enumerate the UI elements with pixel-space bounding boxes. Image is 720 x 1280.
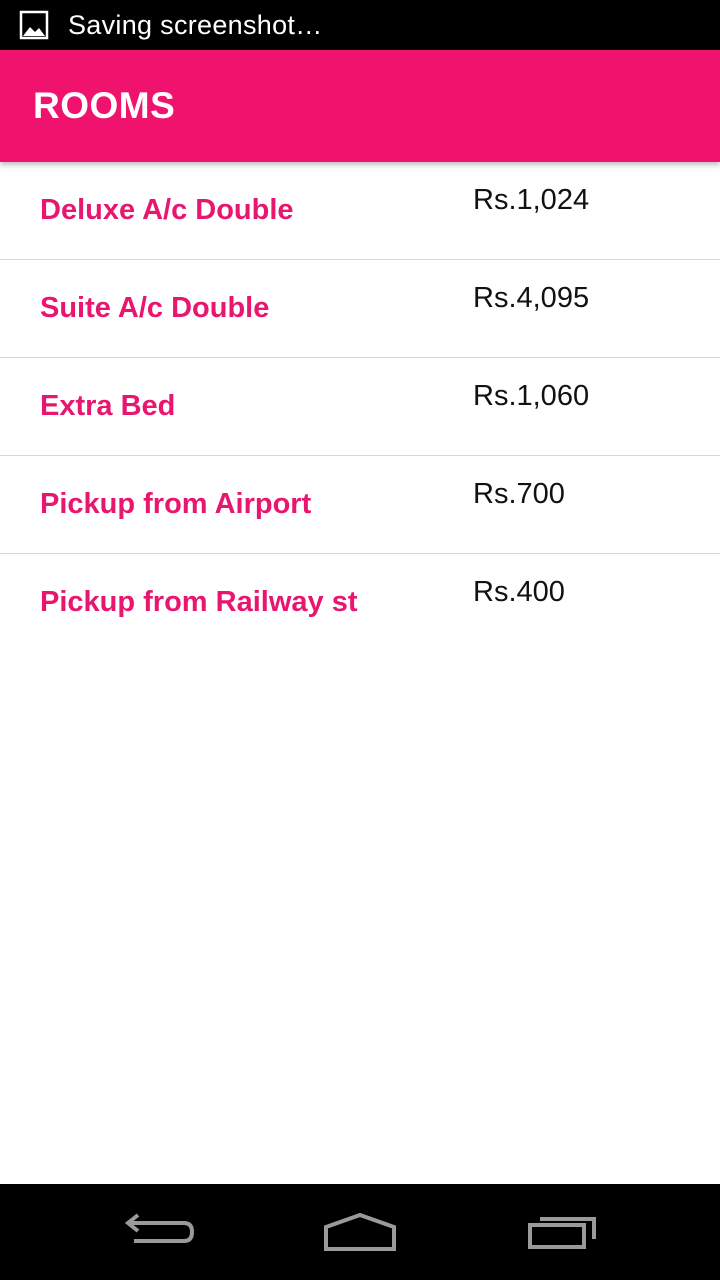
navigation-bar (0, 1184, 720, 1280)
list-item[interactable]: Suite A/c Double Rs.4,095 (0, 260, 720, 358)
image-icon (18, 9, 50, 41)
room-price: Rs.400 (473, 576, 565, 608)
status-notification-text: Saving screenshot… (68, 9, 323, 40)
list-item[interactable]: Extra Bed Rs.1,060 (0, 358, 720, 456)
room-name: Pickup from Railway st (40, 586, 358, 618)
list-item[interactable]: Pickup from Railway st Rs.400 (0, 554, 720, 651)
room-name: Deluxe A/c Double (40, 194, 294, 226)
rooms-list: Deluxe A/c Double Rs.1,024 Suite A/c Dou… (0, 162, 720, 651)
room-name: Pickup from Airport (40, 488, 312, 520)
room-price: Rs.700 (473, 478, 565, 510)
back-icon[interactable] (115, 1206, 205, 1256)
room-price: Rs.4,095 (473, 282, 590, 314)
list-item[interactable]: Pickup from Airport Rs.700 (0, 456, 720, 554)
list-item[interactable]: Deluxe A/c Double Rs.1,024 (0, 162, 720, 260)
room-price: Rs.1,024 (473, 184, 590, 216)
room-name: Extra Bed (40, 390, 176, 422)
recent-apps-icon[interactable] (517, 1206, 607, 1256)
page-title: ROOMS (33, 85, 176, 126)
room-name: Suite A/c Double (40, 292, 270, 324)
home-icon[interactable] (315, 1206, 405, 1256)
status-bar: Saving screenshot… (0, 0, 720, 50)
room-price: Rs.1,060 (473, 380, 590, 412)
app-bar: ROOMS (0, 50, 720, 162)
